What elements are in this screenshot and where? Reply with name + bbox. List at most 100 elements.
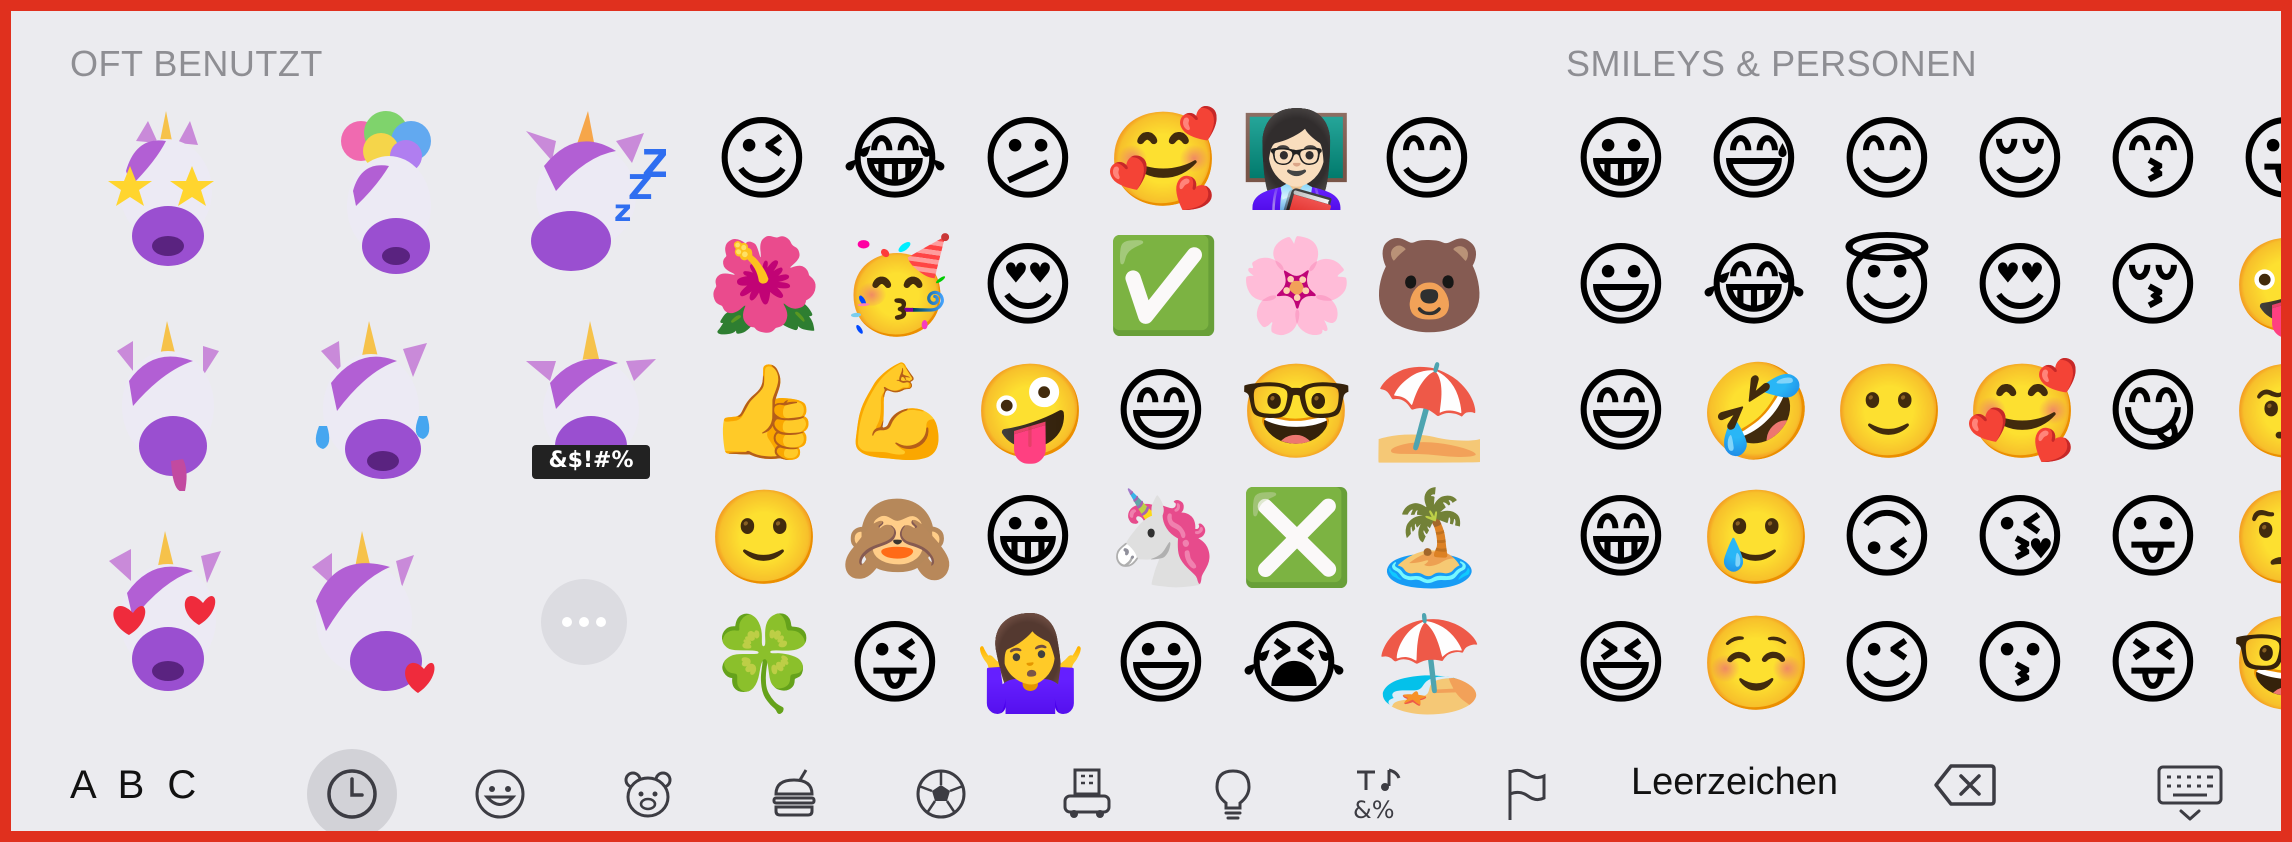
frequent-emoji-key[interactable]: 😄 (1106, 357, 1216, 467)
smiley-emoji-key[interactable]: 😊 (1832, 105, 1942, 215)
buildings-car-icon (1063, 768, 1111, 818)
frequent-emoji-key[interactable]: 😕 (973, 105, 1083, 215)
keyboard-bottom-bar: A B C &% Leerzeichen (11, 731, 2281, 831)
smiley-emoji-key[interactable]: 😌 (1965, 105, 2075, 215)
frequent-emoji-key[interactable]: 😍 (973, 231, 1083, 341)
frequent-emoji-key[interactable]: 😊 (1372, 105, 1482, 215)
soccer-ball-icon (916, 769, 966, 819)
category-objects[interactable] (1188, 749, 1278, 831)
category-activity[interactable] (896, 749, 986, 831)
smiley-emoji-key[interactable]: 😛 (2231, 105, 2281, 215)
smiley-emoji-key[interactable]: 😋 (2098, 357, 2208, 467)
smiley-emoji-key[interactable]: 🤨 (2231, 357, 2281, 467)
unicorn-cursing-sticker[interactable]: &$!#% (516, 321, 666, 491)
frequent-emoji-key[interactable]: 🍀 (707, 609, 822, 719)
smiley-emoji-key[interactable]: ☺️ (1699, 609, 1814, 719)
frequent-emoji-key[interactable]: 🥰 (1106, 105, 1221, 215)
unicorn-heart-kiss-sticker[interactable] (296, 531, 446, 701)
category-recent[interactable] (307, 749, 397, 831)
smiley-emoji-key[interactable]: 😝 (2098, 609, 2208, 719)
smiley-emoji-key[interactable]: 🙂 (1832, 357, 1947, 467)
frequent-emoji-key[interactable]: 🤓 (1239, 357, 1354, 467)
smiley-emoji-key[interactable]: 😁 (1566, 483, 1676, 593)
frequent-emoji-key[interactable]: 👍 (707, 357, 822, 467)
smiley-emoji-key[interactable]: 😉 (1832, 609, 1942, 719)
unicorn-tongue-out-sticker[interactable] (93, 321, 243, 492)
burger-icon (772, 769, 816, 817)
unicorn-sleeping-sticker[interactable]: z Z Z (516, 111, 670, 281)
smiley-emoji-key[interactable]: 😘 (1965, 483, 2075, 593)
lightbulb-icon (1215, 769, 1251, 820)
smiley-emoji-key[interactable]: 🥰 (1965, 357, 2080, 467)
smiley-emoji-key[interactable]: 😚 (2098, 231, 2208, 341)
smiley-emoji-key[interactable]: 😅 (1699, 105, 1809, 215)
smiley-emoji-key[interactable]: 😀 (1566, 105, 1676, 215)
delete-button[interactable] (1933, 763, 1997, 811)
smiley-emoji-key[interactable]: 😛 (2098, 483, 2208, 593)
clock-icon (327, 769, 377, 819)
frequent-emoji-key[interactable]: 😉 (707, 105, 817, 215)
frequent-emoji-key[interactable]: 🏝️ (1372, 483, 1487, 593)
smiley-emoji-key[interactable]: 🙃 (1832, 483, 1942, 593)
more-stickers-button[interactable] (541, 579, 627, 665)
frequent-emoji-key[interactable]: 😀 (973, 483, 1083, 593)
frequent-emoji-key[interactable]: 🙈 (840, 483, 955, 593)
dismiss-keyboard-button[interactable] (2157, 765, 2223, 827)
smiley-emoji-key[interactable]: 😄 (1566, 357, 1676, 467)
frequent-emoji-key[interactable]: ✅ (1106, 231, 1221, 341)
smiley-emoji-key[interactable]: 🤪 (2231, 231, 2281, 341)
smiley-emoji-key[interactable]: 🤓 (2231, 609, 2281, 719)
frequent-emoji-key[interactable]: 🌺 (707, 231, 822, 341)
smiley-emoji-key[interactable]: 😆 (1566, 609, 1676, 719)
unicorn-laughing-tears-sticker[interactable] (301, 321, 451, 491)
smiley-emoji-key[interactable]: 😇 (1832, 231, 1942, 341)
backspace-icon (1934, 764, 1996, 806)
dot (579, 617, 589, 627)
frequent-emoji-key[interactable]: 😜 (840, 609, 950, 719)
smiley-emoji-key[interactable]: 😂 (1699, 231, 1809, 341)
unicorn-heart-eyes-sticker[interactable] (93, 531, 243, 701)
frequent-emoji-key[interactable]: 🏖️ (1372, 609, 1487, 719)
category-symbols[interactable]: &% (1334, 749, 1424, 831)
category-flags[interactable] (1481, 749, 1571, 831)
category-smileys[interactable] (455, 749, 545, 831)
category-animals[interactable] (603, 749, 693, 831)
frequent-emoji-key[interactable]: 🦄 (1106, 483, 1221, 593)
frequent-emoji-key[interactable]: 😃 (1106, 609, 1216, 719)
frequent-emoji-key[interactable]: 😂 (840, 105, 950, 215)
svg-text:Z: Z (642, 142, 666, 186)
frequent-emoji-key[interactable]: 💪 (840, 357, 955, 467)
emoji-keyboard: OFT BENUTZT SMILEYS & PERSONEN z Z &$!#%… (0, 0, 2292, 842)
frequent-emoji-key[interactable]: 🥳 (840, 231, 955, 341)
smiley-emoji-key[interactable]: 🤣 (1699, 357, 1814, 467)
frequent-emoji-key[interactable]: 🐻 (1372, 231, 1487, 341)
smiley-emoji-key[interactable]: 😗 (1965, 609, 2075, 719)
keyboard-dismiss-icon (2157, 765, 2223, 821)
frequent-emoji-key[interactable]: ❎ (1239, 483, 1354, 593)
unicorn-star-eyes-sticker[interactable] (86, 111, 236, 281)
frequent-emoji-key[interactable]: 🙂 (707, 483, 822, 593)
symbols-icon: &% (1353, 768, 1401, 822)
unicorn-mind-blown-sticker[interactable] (311, 111, 461, 281)
smiley-emoji-key[interactable]: 🥲 (1699, 483, 1814, 593)
smiley-emoji-key[interactable]: 😃 (1566, 231, 1676, 341)
dot (596, 617, 606, 627)
dot (562, 617, 572, 627)
section-title-smileys-people: SMILEYS & PERSONEN (1566, 43, 1978, 84)
frequent-emoji-key[interactable]: 🌸 (1239, 231, 1354, 341)
category-travel[interactable] (1042, 749, 1132, 831)
section-title-frequently-used: OFT BENUTZT (70, 43, 323, 84)
frequent-emoji-key[interactable]: 👩🏻‍🏫 (1239, 105, 1354, 215)
category-food[interactable] (749, 749, 839, 831)
frequent-emoji-key[interactable]: 🤪 (973, 357, 1088, 467)
smiley-emoji-key[interactable]: 😍 (1965, 231, 2075, 341)
frequent-emoji-key[interactable]: 🤷‍♀️ (973, 609, 1088, 719)
space-button[interactable]: Leerzeichen (1631, 761, 1838, 804)
smiley-emoji-key[interactable]: 😙 (2098, 105, 2208, 215)
smiley-icon (475, 769, 525, 819)
flag-icon (1508, 768, 1546, 820)
frequent-emoji-key[interactable]: ⛱️ (1372, 357, 1487, 467)
abc-switch-button[interactable]: A B C (70, 763, 202, 808)
frequent-emoji-key[interactable]: 😭 (1239, 609, 1349, 719)
smiley-emoji-key[interactable]: 🧐 (2231, 483, 2281, 593)
